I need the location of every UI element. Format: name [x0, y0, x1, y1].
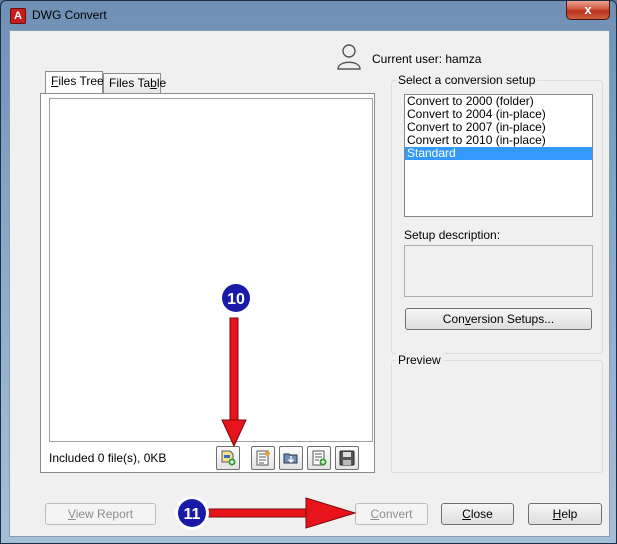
list-add-button[interactable] [307, 446, 331, 470]
save-list-button[interactable] [335, 446, 359, 470]
files-tree-view[interactable] [49, 98, 373, 442]
close-label: lose [470, 507, 493, 521]
conversion-setup-list[interactable]: Convert to 2000 (folder) Convert to 2004… [404, 94, 593, 217]
files-tree-panel: Included 0 file(s), 0KB [40, 93, 375, 473]
conversion-setups-button[interactable]: Conversion Setups... [405, 308, 592, 330]
dwg-convert-window: A DWG Convert x Current user: hamza File… [0, 0, 617, 544]
help-label: elp [561, 507, 578, 521]
add-files-button[interactable] [216, 446, 240, 470]
tab-files-tree[interactable]: Files Tree [45, 71, 104, 93]
setup-item-standard[interactable]: Standard [405, 147, 592, 160]
view-report-mnemonic: V [67, 507, 76, 521]
convert-button[interactable]: Convert [355, 503, 428, 525]
current-user-label: Current user: hamza [372, 52, 482, 66]
tab-files-tree-label: iles Tree [58, 74, 104, 88]
conversion-setups-pre: Con [442, 312, 465, 326]
list-settings-icon [256, 450, 270, 466]
setup-description-box [404, 245, 593, 297]
add-file-icon [221, 450, 236, 466]
close-mnemonic: C [462, 507, 471, 521]
open-folder-icon [283, 453, 298, 464]
dialog-body: Current user: hamza Files Tree Files Tab… [9, 30, 610, 537]
view-report-button[interactable]: View Report [45, 503, 156, 525]
save-icon [339, 450, 355, 466]
conversion-setup-label: Select a conversion setup [396, 73, 538, 87]
window-close-button[interactable]: x [566, 1, 610, 20]
list-add-icon [312, 450, 327, 466]
tab-files-table-mnemonic: b [150, 76, 157, 90]
preview-group [391, 360, 603, 473]
convert-label: onvert [379, 507, 413, 521]
tab-files-table-label-pre: Files Ta [109, 76, 151, 90]
window-title: DWG Convert [32, 8, 107, 22]
autocad-app-icon: A [10, 8, 26, 24]
conversion-setups-rest: ersion Setups... [470, 312, 555, 326]
close-icon: x [584, 2, 592, 17]
open-folder-button[interactable] [279, 446, 303, 470]
tab-files-table-label-rest: le [156, 76, 167, 90]
close-button[interactable]: Close [441, 503, 514, 525]
tab-files-table[interactable]: Files Table [103, 73, 166, 93]
title-bar[interactable]: A DWG Convert x [1, 1, 616, 29]
setup-description-label: Setup description: [404, 228, 501, 242]
files-status: Included 0 file(s), 0KB [49, 451, 167, 465]
user-icon [337, 44, 361, 70]
preview-label: Preview [396, 353, 443, 367]
view-report-label: iew Report [75, 507, 134, 521]
list-settings-button[interactable] [251, 446, 275, 470]
convert-mnemonic: C [370, 507, 380, 521]
help-button[interactable]: Help [528, 503, 602, 525]
